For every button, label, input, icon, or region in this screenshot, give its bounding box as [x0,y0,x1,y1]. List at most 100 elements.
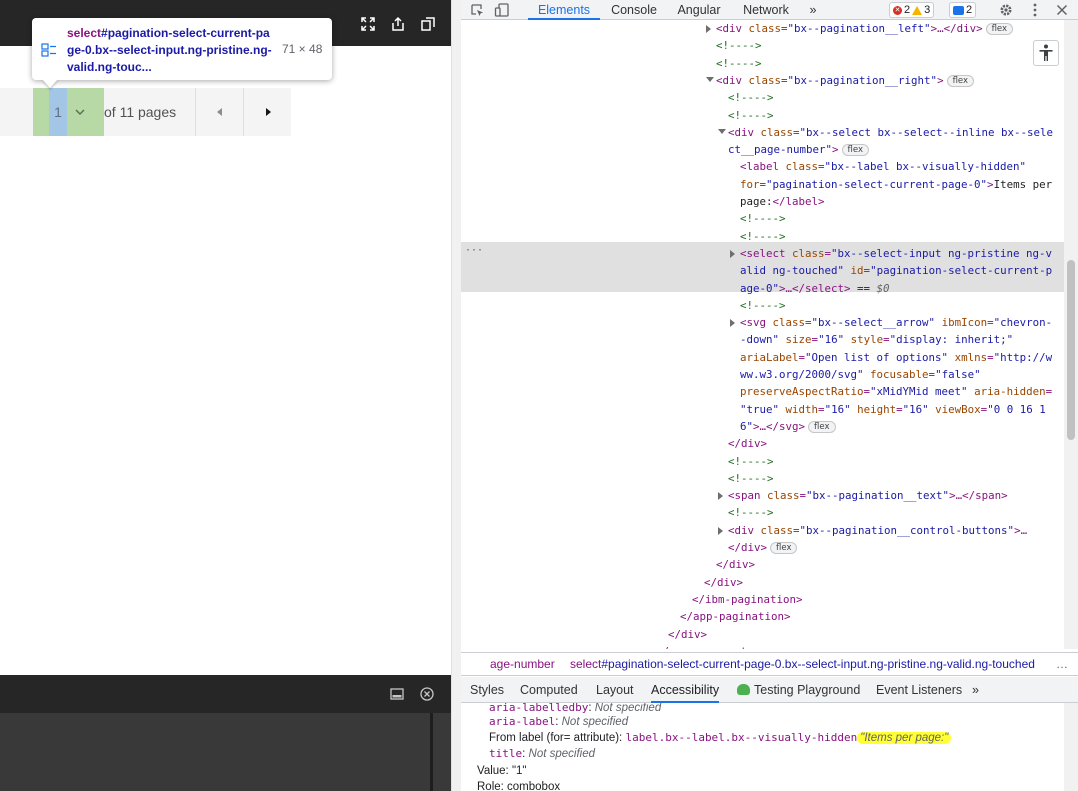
next-page-button[interactable] [243,88,291,136]
dom-node-line[interactable]: </div> [704,574,743,591]
device-toolbar-icon[interactable] [494,2,510,18]
dom-node-line[interactable]: <!----> [740,228,786,245]
dom-node-line[interactable]: -down" size="16" style="display: inherit… [740,331,1013,348]
gear-icon[interactable] [998,2,1014,18]
more-sidebar-tabs-button[interactable]: » [972,677,979,703]
from-label-selector[interactable]: label.bx--label.bx--visually-hidden [625,731,857,744]
dom-node-line[interactable]: </div> flex [728,539,798,556]
tab-testing-playground[interactable]: Testing Playground [737,677,860,703]
expanded-arrow-icon[interactable] [718,128,726,134]
pagination-bar: 1 of 11 pages [0,88,291,136]
dom-node-line[interactable]: <div class="bx--pagination__right"> flex [706,72,975,89]
select-element-icon [41,43,56,57]
dom-node-line[interactable]: </app-pagination> [680,608,791,625]
dom-node-line[interactable]: <label class="bx--label bx--visually-hid… [740,158,1026,175]
collapsed-arrow-icon[interactable] [718,526,723,535]
row-actions-icon[interactable]: ··· [465,242,483,259]
tab-angular[interactable]: Angular [673,0,725,20]
chevron-down-icon [75,109,85,115]
collapsed-arrow-icon[interactable] [718,492,723,501]
flex-badge[interactable]: flex [808,420,836,433]
screen: 1 of 11 pages select#pagination-select-c… [0,0,1078,791]
previous-page-button[interactable] [195,88,243,136]
close-icon[interactable] [420,687,434,701]
dom-node-line[interactable]: <svg class="bx--select__arrow" ibmIcon="… [730,314,1052,331]
page-scrollbar[interactable] [451,0,461,791]
warning-count: 3 [924,4,931,16]
collapsed-arrow-icon[interactable] [730,249,735,258]
dom-node-line[interactable]: <!----> [716,37,762,54]
expanded-arrow-icon[interactable] [706,76,714,82]
dom-node-line[interactable]: ct__page-number"> flex [728,141,869,158]
tab-layout[interactable]: Layout [596,677,634,703]
dom-node-line[interactable]: </div> [728,435,767,452]
dom-node-line[interactable]: preserveAspectRatio="xMidYMid meet" aria… [740,383,1052,400]
collapsed-arrow-icon[interactable] [706,25,711,33]
dom-tree-scrollbar[interactable] [1064,20,1078,649]
flex-badge[interactable]: flex [985,23,1014,35]
issues-badge[interactable]: ✕ 2 3 [889,2,935,18]
dom-node-markup: <!----> [728,91,774,105]
dom-node-line[interactable]: <!----> [716,55,762,72]
tab-elements[interactable]: Elements [528,0,600,20]
accessibility-tree-button[interactable] [1033,40,1059,66]
drawer-header [0,675,451,713]
message-icon [953,5,964,15]
dom-node-line[interactable]: </ng-component> [656,643,754,649]
tab-styles[interactable]: Styles [470,677,504,703]
dom-node-line[interactable]: <div class="bx--select bx--select--inlin… [718,124,1053,141]
more-options-icon[interactable] [1027,2,1043,18]
fullscreen-icon[interactable] [357,13,379,35]
more-tabs-button[interactable]: » [805,0,821,20]
dom-node-line[interactable]: ariaLabel="Open list of options" xmlns="… [740,349,1052,366]
tab-event-listeners[interactable]: Event Listeners [876,677,962,703]
dom-node-line[interactable]: </div> [716,556,755,573]
dom-node-line[interactable]: page:</label> [740,193,825,210]
messages-badge[interactable]: 2 [949,2,977,18]
tab-network[interactable]: Network [737,0,795,20]
dom-node-line[interactable]: for="pagination-select-current-page-0">I… [740,176,1052,193]
tab-console[interactable]: Console [606,0,662,20]
dom-node-line[interactable]: <div class="bx--pagination__left">…</div… [706,20,1014,37]
dock-icon[interactable] [390,687,404,701]
accessibility-pane-scrollbar[interactable] [1064,703,1078,791]
close-icon[interactable] [1054,2,1070,18]
flex-badge[interactable]: flex [841,144,869,157]
tab-computed[interactable]: Computed [520,677,578,703]
dom-node-line[interactable]: <!----> [728,470,774,487]
dom-node-line[interactable]: age-0">…</select> == $0 [740,280,890,297]
dom-node-line[interactable]: <div class="bx--pagination__control-butt… [718,522,1027,539]
dom-node-line[interactable]: <!----> [728,504,774,521]
tab-accessibility[interactable]: Accessibility [651,677,720,703]
dom-tree-scrollbar-thumb[interactable] [1067,260,1075,440]
breadcrumb-more[interactable]: … [1056,653,1068,675]
flex-badge[interactable]: flex [770,542,798,554]
title-row: title: Not specified [489,747,595,760]
dom-node-line[interactable]: <span class="bx--pagination__text">…</sp… [718,487,1008,504]
flex-badge[interactable]: flex [946,74,975,87]
dom-node-line[interactable]: <!----> [740,210,786,227]
breadcrumb-item[interactable]: age-number [490,653,555,675]
share-icon[interactable] [387,13,409,35]
dom-node-line[interactable]: </ibm-pagination> [692,591,803,608]
dom-node-line[interactable]: <select class="bx--select-input ng-prist… [730,245,1052,262]
tooltip-arrow [42,79,58,88]
dom-node-line[interactable]: </div> [668,626,707,643]
drawer-scrollbar[interactable] [430,713,433,791]
inspect-element-icon[interactable] [469,2,485,18]
page-select[interactable]: 1 [33,88,104,136]
aria-labelledby-value: Not specified [594,703,662,714]
dom-node-line[interactable]: "true" width="16" height="16" viewBox="0… [740,401,1046,418]
copy-icon[interactable] [417,13,439,35]
dom-node-line[interactable]: <!----> [728,89,774,106]
dom-node-line[interactable]: alid ng-touched" id="pagination-select-c… [740,262,1052,279]
dom-node-markup: </div> [704,575,744,589]
collapsed-arrow-icon[interactable] [730,319,735,328]
dom-node-line[interactable]: 6">…</svg> flex [740,418,836,435]
dom-node-line[interactable]: <!----> [728,453,774,470]
page-select-value[interactable]: 1 [49,88,67,136]
breadcrumb-item-current[interactable]: select#pagination-select-current-page-0.… [570,653,1035,675]
dom-node-line[interactable]: ww.w3.org/2000/svg" focusable="false" [740,366,981,383]
dom-node-line[interactable]: <!----> [740,297,786,314]
dom-node-line[interactable]: <!----> [728,107,774,124]
